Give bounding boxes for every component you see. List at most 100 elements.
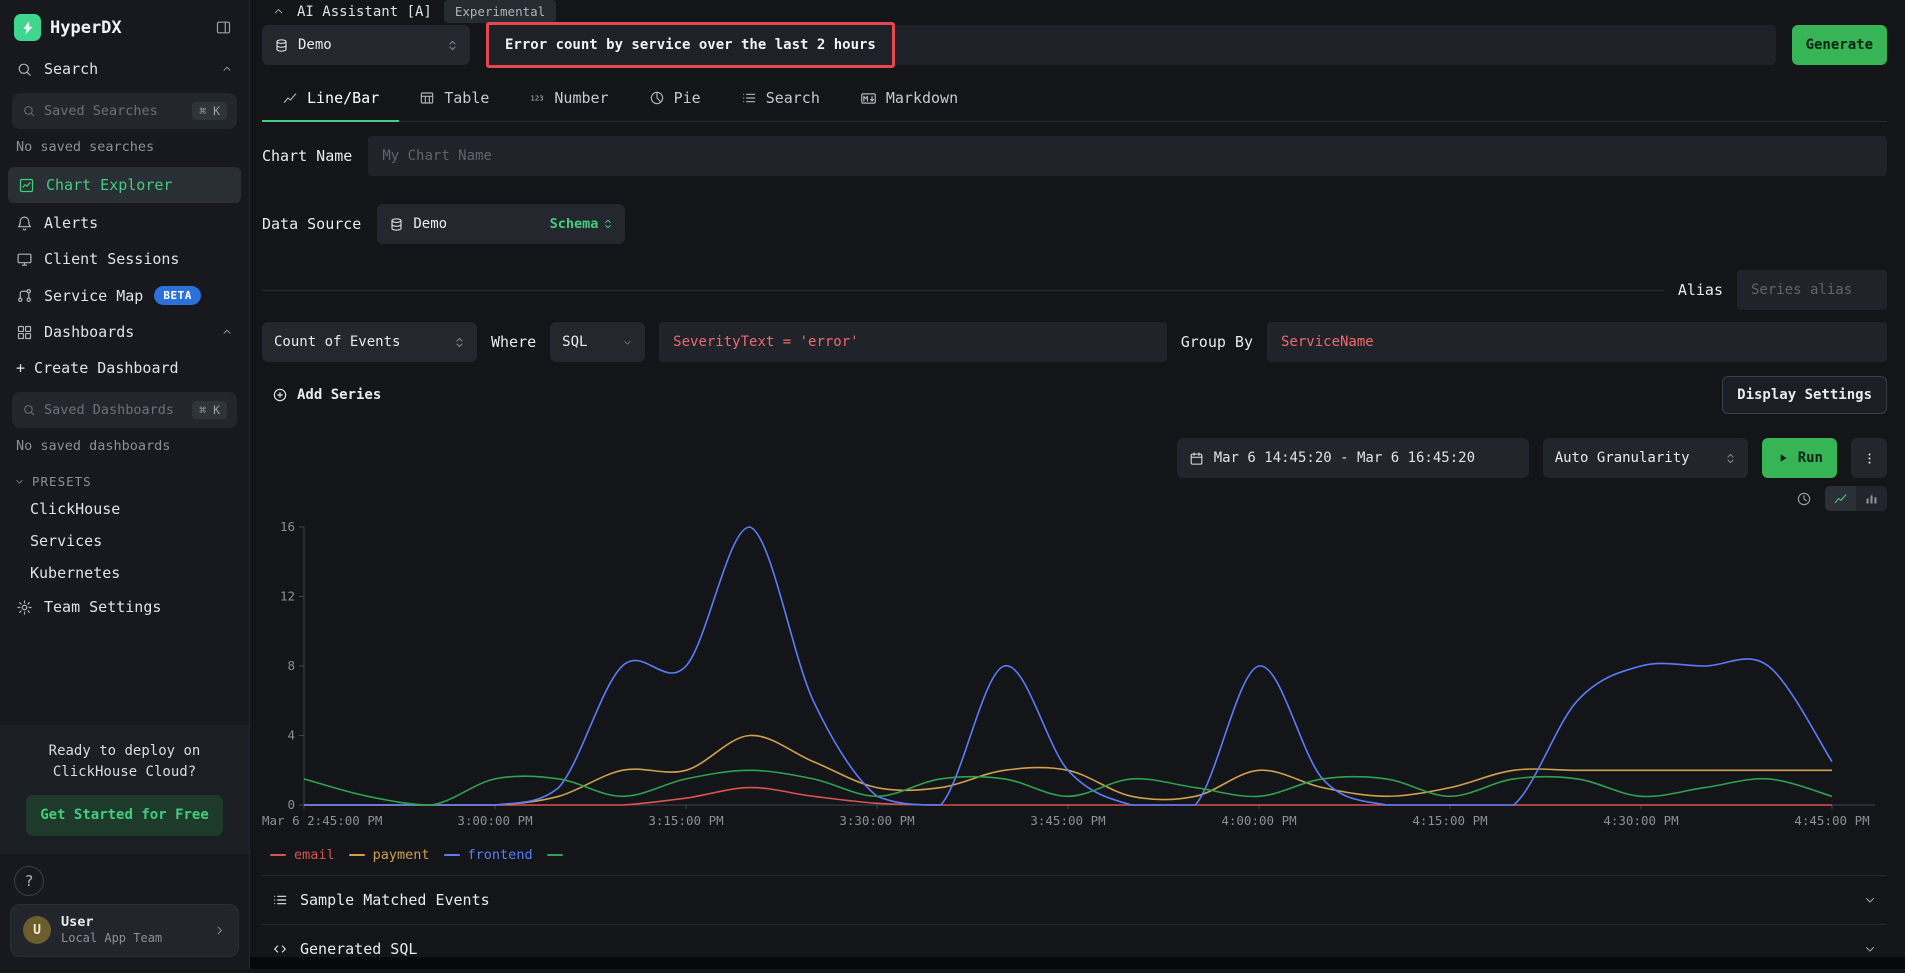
aggregation-select[interactable]: Count of Events [262, 322, 477, 362]
help-button[interactable]: ? [14, 866, 44, 896]
search-icon [22, 104, 36, 118]
sidebar: HyperDX Search Saved Searches ⌘ K No sav… [0, 0, 250, 969]
alias-row: Alias [262, 270, 1887, 310]
svg-text:12: 12 [280, 589, 295, 604]
list-icon [741, 90, 757, 106]
where-input[interactable] [659, 322, 1167, 362]
get-started-button[interactable]: Get Started for Free [26, 795, 223, 836]
legend-label: payment [373, 847, 430, 863]
saved-dashboards-input[interactable]: Saved Dashboards ⌘ K [12, 392, 237, 428]
schema-link-label: Schema [550, 216, 599, 232]
legend-item-payment[interactable]: payment [349, 847, 430, 863]
group-by-label: Group By [1181, 333, 1253, 351]
series-row: Count of Events Where SQL Group By [262, 322, 1887, 362]
legend-swatch [547, 854, 563, 856]
sidebar-item-team-settings[interactable]: Team Settings [0, 589, 249, 625]
group-by-input[interactable] [1267, 322, 1887, 362]
sidebar-item-alerts[interactable]: Alerts [0, 205, 249, 241]
tab-number[interactable]: 123 Number [509, 77, 628, 122]
database-icon [389, 217, 404, 232]
markdown-icon [860, 90, 877, 107]
svg-text:4:15:00 PM: 4:15:00 PM [1412, 813, 1487, 828]
sidebar-section-dashboards[interactable]: Dashboards [0, 314, 249, 350]
search-icon [22, 403, 36, 417]
horizontal-scrollbar-track[interactable] [250, 957, 1905, 969]
avatar: U [23, 916, 51, 944]
service-map-icon [16, 287, 33, 304]
svg-text:Mar 6 2:45:00 PM: Mar 6 2:45:00 PM [262, 813, 382, 828]
chart-name-input[interactable] [368, 136, 1887, 176]
clickhouse-cloud-promo: Ready to deploy on ClickHouse Cloud? Get… [0, 725, 249, 854]
sidebar-item-chart-explorer[interactable]: Chart Explorer [8, 167, 241, 203]
line-mode-button[interactable] [1825, 486, 1856, 511]
data-source-select[interactable]: Demo Schema [377, 204, 625, 244]
generated-sql-label: Generated SQL [300, 940, 417, 958]
line-chart-icon [1833, 491, 1848, 506]
granularity-value: Auto Granularity [1555, 450, 1690, 466]
date-range-picker[interactable]: Mar 6 14:45:20 - Mar 6 16:45:20 [1177, 438, 1529, 478]
ai-assistant-bar: AI Assistant [A] Experimental [262, 0, 1887, 23]
tab-pie[interactable]: Pie [629, 77, 721, 122]
chart-mode-toggle [1825, 486, 1887, 511]
hyperdx-logo[interactable]: HyperDX [14, 14, 122, 41]
sidebar-item-chart-explorer-label: Chart Explorer [46, 176, 172, 194]
bar-mode-button[interactable] [1856, 486, 1887, 511]
no-saved-dashboards-text: No saved dashboards [0, 434, 249, 464]
legend-item-frontend[interactable]: frontend [444, 847, 533, 863]
legend-item[interactable] [547, 854, 563, 856]
sidebar-item-create-dashboard-label: + Create Dashboard [16, 359, 179, 377]
saved-searches-input[interactable]: Saved Searches ⌘ K [12, 93, 237, 129]
presets-header[interactable]: PRESETS [0, 464, 249, 493]
sample-matched-events-label: Sample Matched Events [300, 891, 490, 909]
number-icon: 123 [529, 90, 545, 106]
sidebar-item-alerts-label: Alerts [44, 214, 98, 232]
tab-search[interactable]: Search [721, 77, 840, 122]
sidebar-item-service-map[interactable]: Service Map BETA [0, 277, 249, 314]
sidebar-item-preset-services[interactable]: Services [0, 525, 249, 557]
sidebar-item-client-sessions[interactable]: Client Sessions [0, 241, 249, 277]
display-settings-button[interactable]: Display Settings [1722, 376, 1887, 414]
add-series-button[interactable]: Add Series [262, 381, 391, 409]
collapse-chevron-up-icon[interactable] [272, 5, 285, 18]
sample-matched-events-section[interactable]: Sample Matched Events [262, 875, 1887, 924]
sidebar-item-preset-clickhouse[interactable]: ClickHouse [0, 493, 249, 525]
plus-circle-icon [272, 387, 288, 403]
generate-button[interactable]: Generate [1792, 25, 1887, 65]
list-icon [272, 892, 288, 908]
sidebar-section-search[interactable]: Search [0, 51, 249, 87]
alias-input[interactable] [1737, 270, 1887, 310]
svg-text:4:30:00 PM: 4:30:00 PM [1603, 813, 1678, 828]
time-format-toggle-button[interactable] [1793, 488, 1815, 510]
granularity-select[interactable]: Auto Granularity [1543, 438, 1748, 478]
tab-line-bar[interactable]: Line/Bar [262, 77, 399, 122]
tab-table-label: Table [444, 89, 489, 107]
saved-dashboards-kbd: ⌘ K [192, 401, 227, 419]
data-source-label: Data Source [262, 215, 361, 233]
chart-toolbar [262, 486, 1887, 511]
sidebar-item-service-map-label: Service Map [44, 287, 143, 305]
legend-item-email[interactable]: email [270, 847, 335, 863]
ai-prompt-input[interactable]: Error count by service over the last 2 h… [486, 25, 1776, 65]
sidebar-collapse-icon[interactable] [212, 16, 235, 39]
calendar-icon [1189, 451, 1204, 466]
language-select[interactable]: SQL [550, 322, 645, 362]
app-title: HyperDX [50, 18, 122, 38]
ai-source-select[interactable]: Demo [262, 25, 470, 65]
tab-markdown-label: Markdown [886, 89, 958, 107]
sidebar-item-client-sessions-label: Client Sessions [44, 250, 179, 268]
ai-prompt-value: Error count by service over the last 2 h… [505, 37, 876, 53]
tab-markdown[interactable]: Markdown [840, 77, 978, 122]
overflow-menu-button[interactable] [1851, 438, 1887, 478]
annotation-highlight-box: Error count by service over the last 2 h… [486, 22, 895, 68]
sidebar-item-create-dashboard[interactable]: + Create Dashboard [0, 350, 249, 386]
chevron-down-icon [1863, 893, 1877, 907]
sidebar-item-preset-kubernetes[interactable]: Kubernetes [0, 557, 249, 589]
schema-link[interactable]: Schema [550, 216, 614, 232]
user-menu[interactable]: U User Local App Team [10, 904, 239, 957]
tab-line-bar-label: Line/Bar [307, 89, 379, 107]
tab-table[interactable]: Table [399, 77, 509, 122]
run-button[interactable]: Run [1762, 438, 1837, 478]
line-chart-svg[interactable]: 0481216Mar 6 2:45:00 PM3:00:00 PM3:15:00… [262, 513, 1887, 843]
clock-icon [1796, 491, 1812, 507]
select-caret-icon [447, 38, 458, 53]
